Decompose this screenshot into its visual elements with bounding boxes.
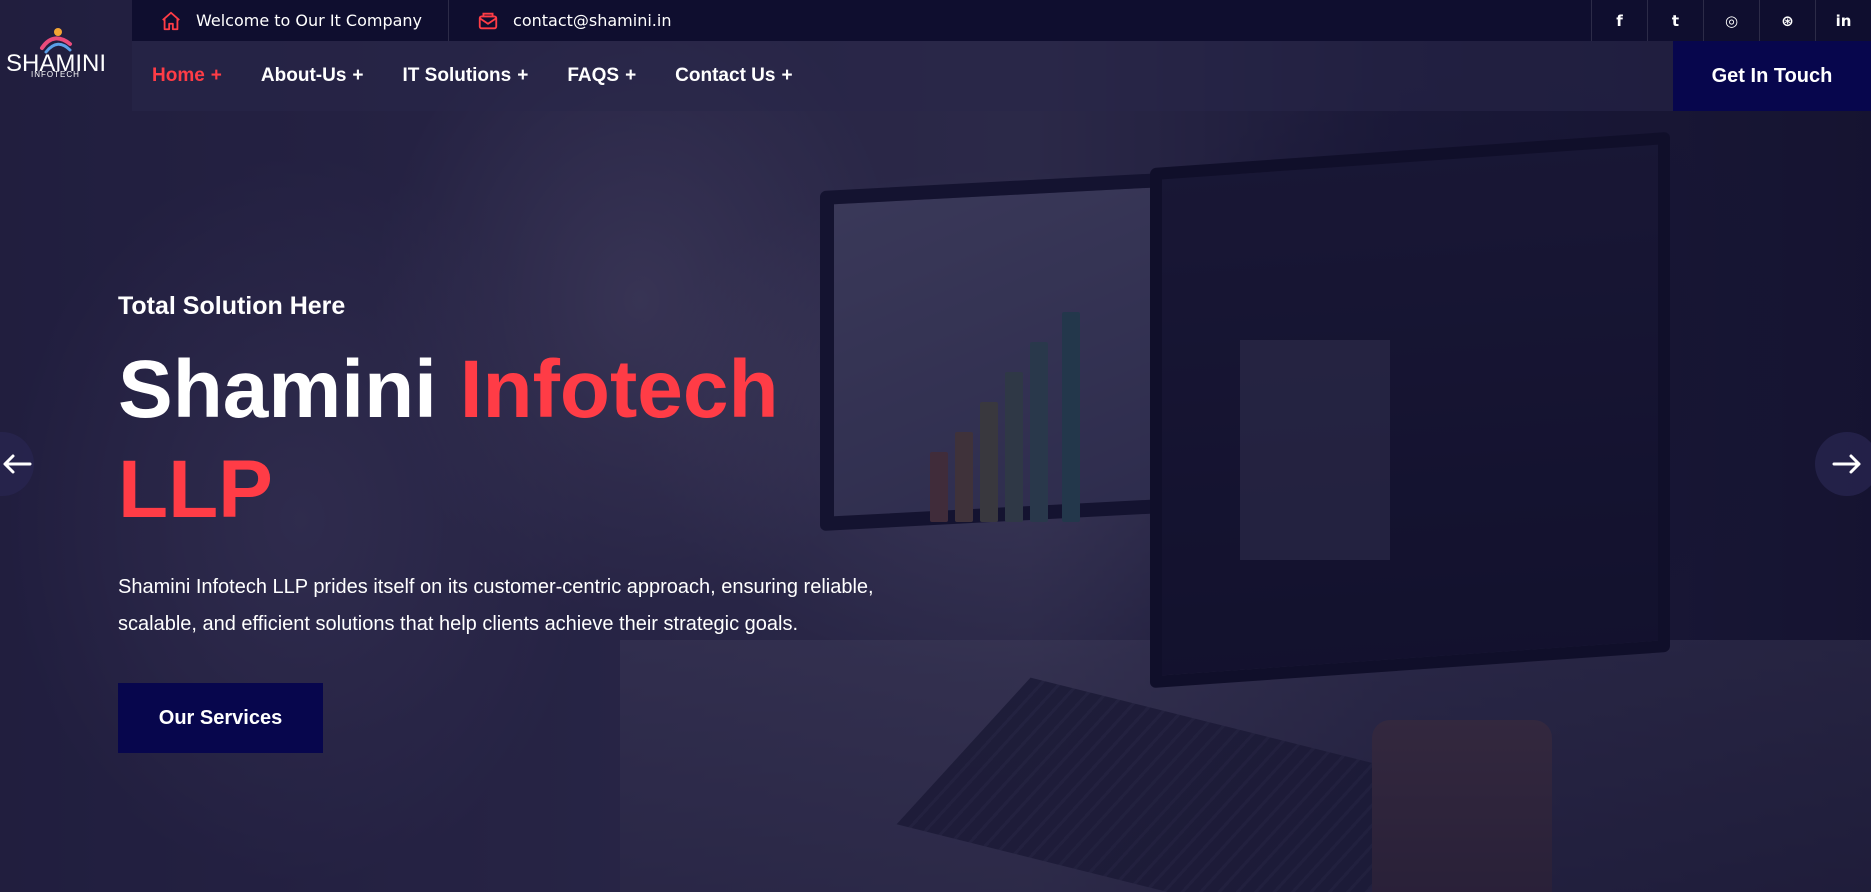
nav-item-label: FAQS	[567, 65, 620, 86]
logo-subtext: INFOTECH	[31, 70, 80, 79]
dribbble-icon[interactable]: ⊛	[1759, 0, 1815, 41]
email-item[interactable]: contact@shamini.in	[449, 0, 697, 41]
site-logo[interactable]: SHAMINI INFOTECH	[0, 0, 132, 112]
nav-item-contact-us[interactable]: Contact Us +	[675, 65, 792, 87]
nav-item-home[interactable]: Home +	[152, 65, 222, 87]
main-nav: Home + About-Us + IT Solutions + FAQS + …	[132, 41, 1673, 111]
nav-plus-icon: +	[625, 65, 637, 86]
our-services-button[interactable]: Our Services	[118, 683, 323, 753]
arrow-right-icon[interactable]	[1815, 432, 1871, 496]
hero-title-accent-line2: LLP	[118, 444, 273, 535]
get-in-touch-button[interactable]: Get In Touch	[1673, 41, 1871, 111]
nav-item-about-us[interactable]: About-Us +	[261, 65, 364, 87]
nav-item-label: IT Solutions	[402, 65, 512, 86]
nav-item-faqs[interactable]: FAQS +	[567, 65, 636, 87]
nav-plus-icon: +	[210, 65, 222, 86]
facebook-icon[interactable]: f	[1591, 0, 1647, 41]
welcome-item: Welcome to Our It Company	[132, 0, 450, 41]
linkedin-icon[interactable]: in	[1815, 0, 1871, 41]
top-bar: Welcome to Our It Company contact@shamin…	[132, 0, 1871, 41]
social-links: f t ◎ ⊛ in	[1591, 0, 1871, 41]
nav-plus-icon: +	[781, 65, 793, 86]
page: SHAMINI INFOTECH Welcome to Our It Compa…	[0, 0, 1871, 892]
nav-item-label: Contact Us	[675, 65, 776, 86]
hero-title-accent: Infotech	[459, 344, 779, 435]
twitter-icon[interactable]: t	[1647, 0, 1703, 41]
nav-item-label: Home	[152, 65, 205, 86]
email-link[interactable]: contact@shamini.in	[513, 11, 671, 30]
welcome-text: Welcome to Our It Company	[196, 11, 423, 30]
hero-title: Shamini Infotech LLP	[118, 340, 878, 540]
instagram-icon[interactable]: ◎	[1703, 0, 1759, 41]
mail-icon	[477, 10, 499, 32]
hero-description: Shamini Infotech LLP prides itself on it…	[118, 576, 874, 635]
hero-title-white: Shamini	[118, 344, 460, 435]
nav-plus-icon: +	[352, 65, 364, 86]
nav-plus-icon: +	[517, 65, 529, 86]
home-icon	[160, 10, 182, 32]
nav-item-it-solutions[interactable]: IT Solutions +	[403, 65, 529, 87]
hero-subtitle: Total Solution Here	[118, 292, 346, 320]
nav-item-label: About-Us	[260, 65, 347, 86]
